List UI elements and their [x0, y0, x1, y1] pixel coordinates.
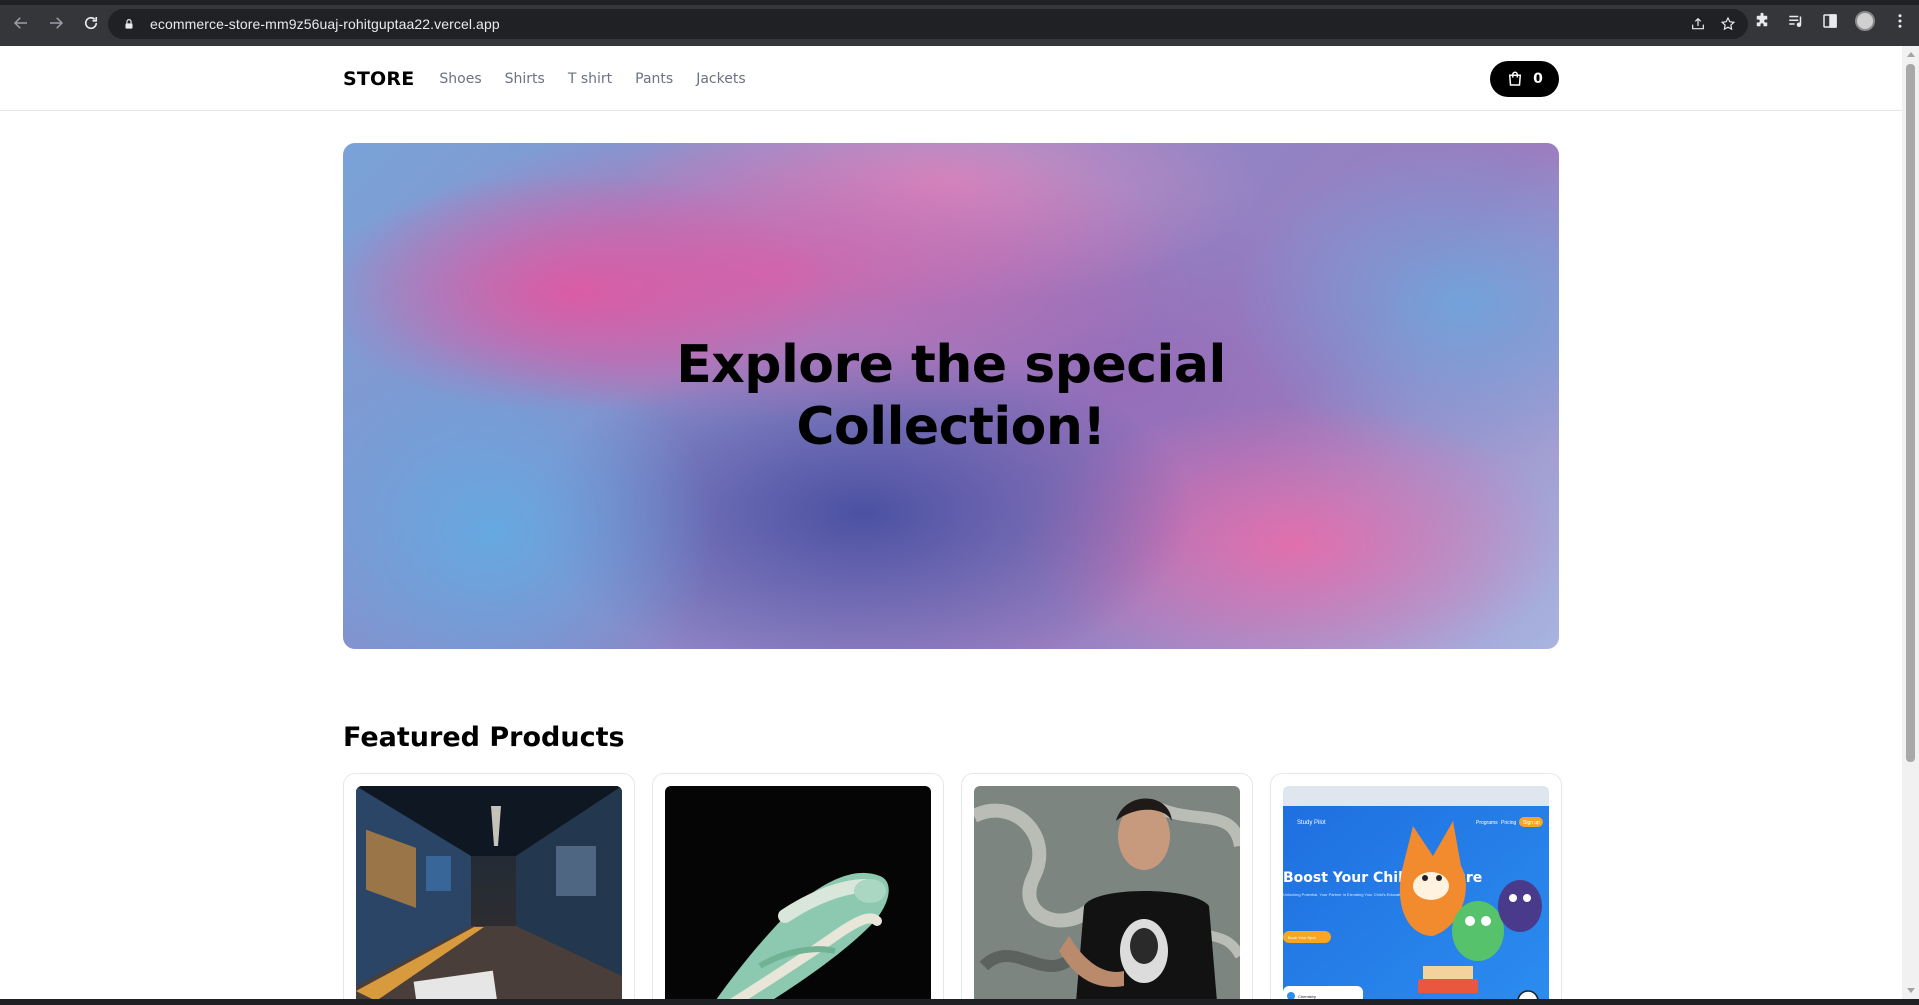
scrollbar-thumb[interactable] — [1906, 64, 1915, 762]
study-pilot-nav-programs: Programs — [1476, 820, 1498, 826]
study-pilot-website-screenshot[interactable]: Study Pilot Programs Pricing Sign up Boo… — [1283, 786, 1549, 999]
back-icon[interactable] — [5, 7, 37, 39]
hero-title: Explore the special Collection! — [676, 335, 1226, 457]
store-header: STORE Shoes Shirts T shirt Pants Jackets… — [0, 46, 1902, 111]
product-card[interactable] — [343, 773, 635, 999]
cart-count: 0 — [1533, 70, 1543, 87]
forward-icon[interactable] — [40, 7, 72, 39]
window-bottom-edge — [0, 999, 1919, 1005]
study-pilot-cta: Book Your Spot — [1288, 935, 1316, 940]
nav-link-shirts[interactable]: Shirts — [505, 71, 545, 87]
lock-icon — [125, 19, 133, 29]
scroll-up-arrow-icon[interactable] — [1907, 52, 1915, 57]
address-bar[interactable]: ecommerce-store-mm9z56uaj-rohitguptaa22.… — [108, 9, 1748, 39]
nav-link-pants[interactable]: Pants — [635, 71, 673, 87]
nav-link-t-shirt[interactable]: T shirt — [568, 71, 612, 87]
browser-toolbar: ecommerce-store-mm9z56uaj-rohitguptaa22.… — [0, 0, 1919, 46]
study-pilot-nav-pricing: Pricing — [1501, 820, 1517, 826]
extensions-puzzle-icon[interactable] — [1753, 12, 1771, 30]
media-queue-icon[interactable] — [1787, 12, 1805, 30]
featured-products-heading: Featured Products — [343, 722, 625, 753]
nav-link-jackets[interactable]: Jackets — [696, 71, 745, 87]
subway-station-photo[interactable] — [356, 786, 622, 999]
hero-banner: Explore the special Collection! — [343, 143, 1559, 649]
mint-sneaker-photo[interactable] — [665, 786, 931, 999]
page-viewport: STORE Shoes Shirts T shirt Pants Jackets… — [0, 46, 1902, 999]
bookmark-star-icon[interactable] — [1720, 16, 1736, 32]
store-logo[interactable]: STORE — [343, 68, 414, 90]
study-pilot-signup: Sign up — [1523, 820, 1540, 826]
study-pilot-logo-text: Study Pilot — [1297, 820, 1326, 826]
man-black-tshirt-photo[interactable] — [974, 786, 1240, 999]
shopping-bag-icon — [1509, 71, 1522, 86]
cart-button[interactable]: 0 — [1490, 60, 1559, 97]
product-card[interactable] — [652, 773, 944, 999]
kebab-menu-icon[interactable] — [1891, 12, 1909, 30]
share-icon[interactable] — [1690, 16, 1706, 32]
vertical-scrollbar[interactable] — [1902, 46, 1919, 999]
product-card[interactable] — [961, 773, 1253, 999]
scroll-down-arrow-icon[interactable] — [1907, 988, 1915, 993]
profile-avatar[interactable] — [1855, 11, 1875, 31]
category-nav: Shoes Shirts T shirt Pants Jackets — [439, 71, 745, 87]
reload-icon[interactable] — [75, 7, 107, 39]
product-grid: Study Pilot Programs Pricing Sign up Boo… — [343, 773, 1562, 999]
url-text: ecommerce-store-mm9z56uaj-rohitguptaa22.… — [150, 16, 500, 32]
nav-link-shoes[interactable]: Shoes — [439, 71, 481, 87]
product-card[interactable]: Study Pilot Programs Pricing Sign up Boo… — [1270, 773, 1562, 999]
side-panel-icon[interactable] — [1821, 12, 1839, 30]
